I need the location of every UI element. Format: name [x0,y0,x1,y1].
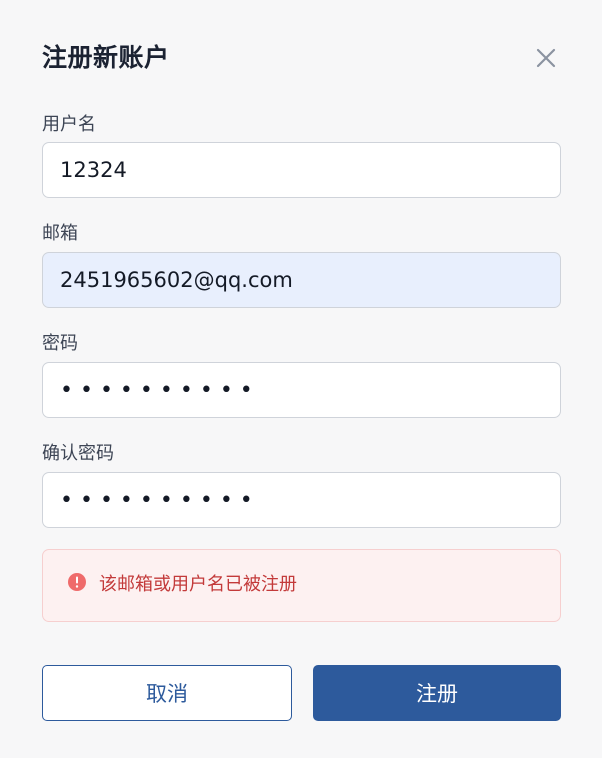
register-button[interactable]: 注册 [313,665,561,721]
error-message: 该邮箱或用户名已被注册 [99,574,297,595]
close-icon[interactable] [532,44,560,72]
email-label: 邮箱 [42,223,78,244]
cancel-button[interactable]: 取消 [42,665,292,721]
confirm-password-label: 确认密码 [42,443,114,464]
error-alert: 该邮箱或用户名已被注册 [42,549,561,622]
dialog-title: 注册新账户 [42,43,170,72]
email-input[interactable] [42,252,561,308]
confirm-password-input[interactable] [42,472,561,528]
username-input[interactable] [42,142,561,198]
register-dialog: 注册新账户 用户名 邮箱 密码 确认密码 该邮箱或用户名已被注册 取消 注册 [0,0,602,758]
username-label: 用户名 [42,114,96,135]
dialog-header: 注册新账户 [42,38,560,78]
password-label: 密码 [42,333,78,354]
password-input[interactable] [42,362,561,418]
alert-circle-icon [67,572,87,592]
